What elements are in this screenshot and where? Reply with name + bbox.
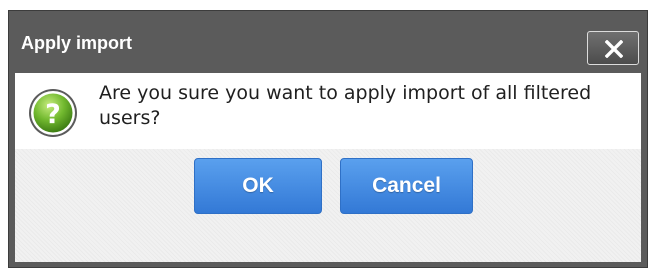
cancel-button[interactable]: Cancel bbox=[340, 158, 473, 214]
question-icon: ? bbox=[29, 89, 77, 137]
apply-import-dialog: Apply import ? Are you sure you want to … bbox=[8, 10, 648, 268]
svg-text:?: ? bbox=[45, 99, 61, 130]
dialog-footer: OK Cancel bbox=[15, 149, 641, 262]
dialog-content: ? Are you sure you want to apply import … bbox=[15, 73, 641, 149]
dialog-message: Are you sure you want to apply import of… bbox=[99, 82, 592, 129]
dialog-title: Apply import bbox=[21, 33, 132, 53]
dialog-titlebar: Apply import bbox=[15, 11, 641, 73]
close-icon bbox=[605, 40, 623, 58]
ok-button[interactable]: OK bbox=[194, 158, 322, 214]
close-button[interactable] bbox=[587, 31, 639, 65]
